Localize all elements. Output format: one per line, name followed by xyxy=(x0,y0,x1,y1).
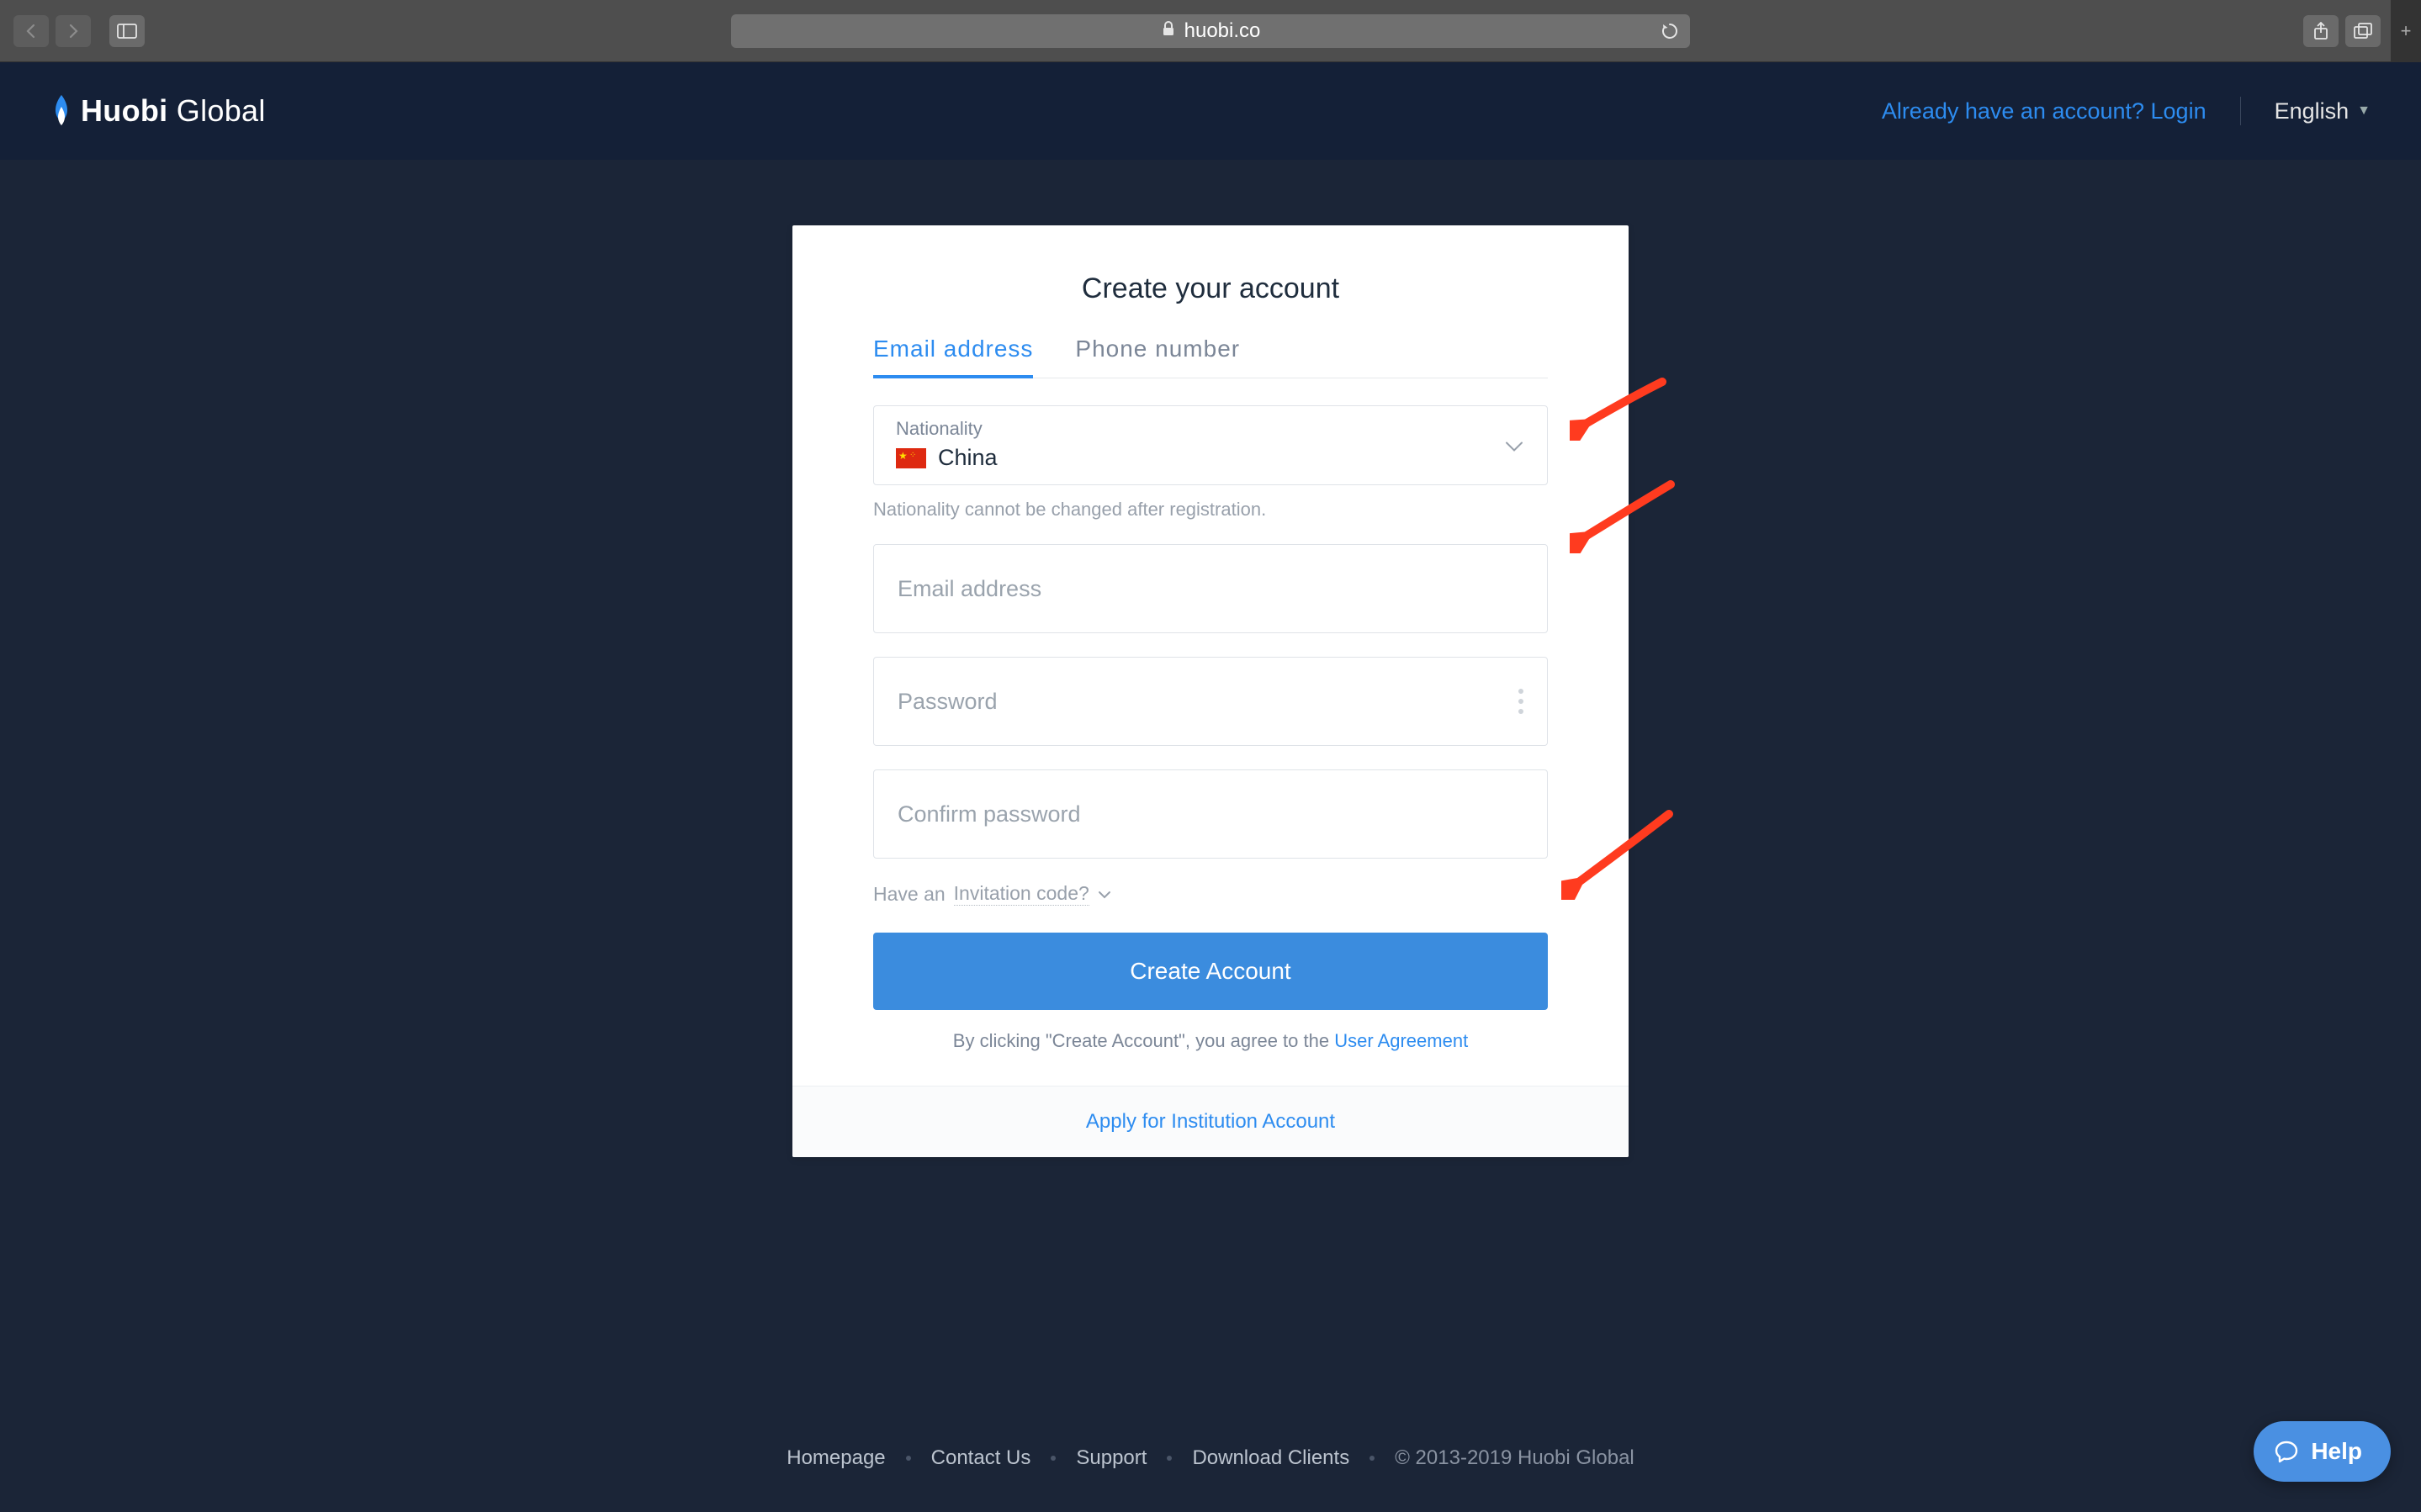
email-input[interactable] xyxy=(874,545,1547,632)
caret-down-icon: ▼ xyxy=(2357,103,2371,119)
chevron-down-icon xyxy=(1505,432,1523,458)
card-title: Create your account xyxy=(792,225,1629,336)
flame-icon xyxy=(50,95,72,127)
invitation-code-toggle[interactable]: Have an Invitation code? xyxy=(873,882,1548,906)
help-widget[interactable]: Help xyxy=(2254,1421,2391,1482)
reload-button[interactable] xyxy=(1658,19,1682,43)
share-icon xyxy=(2312,22,2329,40)
plus-icon: + xyxy=(2401,20,2412,42)
signup-card: Create your account Email address Phone … xyxy=(792,225,1629,1157)
agreement-text: By clicking "Create Account", you agree … xyxy=(873,1030,1548,1052)
show-tabs-button[interactable] xyxy=(2345,15,2381,47)
tabs: Email address Phone number xyxy=(873,336,1548,378)
create-account-button[interactable]: Create Account xyxy=(873,933,1548,1010)
confirm-password-input[interactable] xyxy=(874,770,1547,858)
email-field-wrapper xyxy=(873,544,1548,633)
footer-link-contact[interactable]: Contact Us xyxy=(931,1446,1031,1470)
site-footer: Homepage Contact Us Support Download Cli… xyxy=(0,1413,2421,1512)
dot-separator xyxy=(906,1456,911,1461)
header-right: Already have an account? Login English ▼ xyxy=(1882,97,2371,125)
footer-copyright: © 2013-2019 Huobi Global xyxy=(1395,1446,1634,1470)
brand[interactable]: Huobi Global xyxy=(50,93,266,129)
tab-phone[interactable]: Phone number xyxy=(1075,336,1240,378)
nationality-value-row: China xyxy=(896,445,1525,471)
sidebar-toggle-button[interactable] xyxy=(109,15,145,47)
nationality-select[interactable]: Nationality China xyxy=(873,405,1548,485)
browser-chrome: huobi.co + xyxy=(0,0,2421,62)
site-header: Huobi Global Already have an account? Lo… xyxy=(0,62,2421,160)
chevron-left-icon xyxy=(24,24,38,39)
footer-link-support[interactable]: Support xyxy=(1076,1446,1147,1470)
password-strength-icon xyxy=(1518,689,1523,714)
nationality-value: China xyxy=(938,445,998,471)
dot-separator xyxy=(1167,1456,1172,1461)
chevron-down-icon xyxy=(1098,886,1111,903)
language-label: English xyxy=(2275,98,2349,124)
chevron-right-icon xyxy=(66,24,80,39)
forward-button[interactable] xyxy=(56,15,91,47)
chrome-right: + xyxy=(2303,0,2408,62)
card-body: Email address Phone number Nationality C… xyxy=(792,336,1629,1086)
confirm-password-field-wrapper xyxy=(873,769,1548,859)
institution-account-link[interactable]: Apply for Institution Account xyxy=(1086,1110,1335,1133)
reload-icon xyxy=(1661,22,1679,40)
footer-link-homepage[interactable]: Homepage xyxy=(787,1446,885,1470)
password-field-wrapper xyxy=(873,657,1548,746)
user-agreement-link[interactable]: User Agreement xyxy=(1334,1030,1468,1051)
flag-icon xyxy=(896,448,926,468)
url-text: huobi.co xyxy=(1184,19,1261,43)
main-content: Create your account Email address Phone … xyxy=(0,160,2421,1413)
chat-icon xyxy=(2274,1439,2299,1464)
share-button[interactable] xyxy=(2303,15,2339,47)
dot-separator xyxy=(1051,1456,1056,1461)
nationality-label: Nationality xyxy=(896,418,1525,440)
footer-link-download[interactable]: Download Clients xyxy=(1192,1446,1349,1470)
invite-prefix: Have an xyxy=(873,883,946,906)
sidebar-icon xyxy=(117,24,137,39)
nationality-hint: Nationality cannot be changed after regi… xyxy=(873,499,1548,521)
footer-links: Homepage Contact Us Support Download Cli… xyxy=(0,1446,2421,1470)
nav-buttons xyxy=(13,15,145,47)
login-link[interactable]: Already have an account? Login xyxy=(1882,98,2206,124)
brand-text: Huobi Global xyxy=(81,93,266,129)
password-input[interactable] xyxy=(874,658,1547,745)
tab-email[interactable]: Email address xyxy=(873,336,1033,378)
back-button[interactable] xyxy=(13,15,49,47)
help-label: Help xyxy=(2311,1438,2362,1465)
lock-icon xyxy=(1161,20,1176,42)
address-bar[interactable]: huobi.co xyxy=(731,14,1690,48)
language-select[interactable]: English ▼ xyxy=(2275,98,2371,124)
invite-link-text: Invitation code? xyxy=(954,882,1089,906)
dot-separator xyxy=(1369,1456,1375,1461)
tabs-icon xyxy=(2354,23,2372,40)
card-footer: Apply for Institution Account xyxy=(792,1086,1629,1157)
header-divider xyxy=(2240,97,2241,125)
new-tab-button[interactable]: + xyxy=(2391,0,2421,62)
